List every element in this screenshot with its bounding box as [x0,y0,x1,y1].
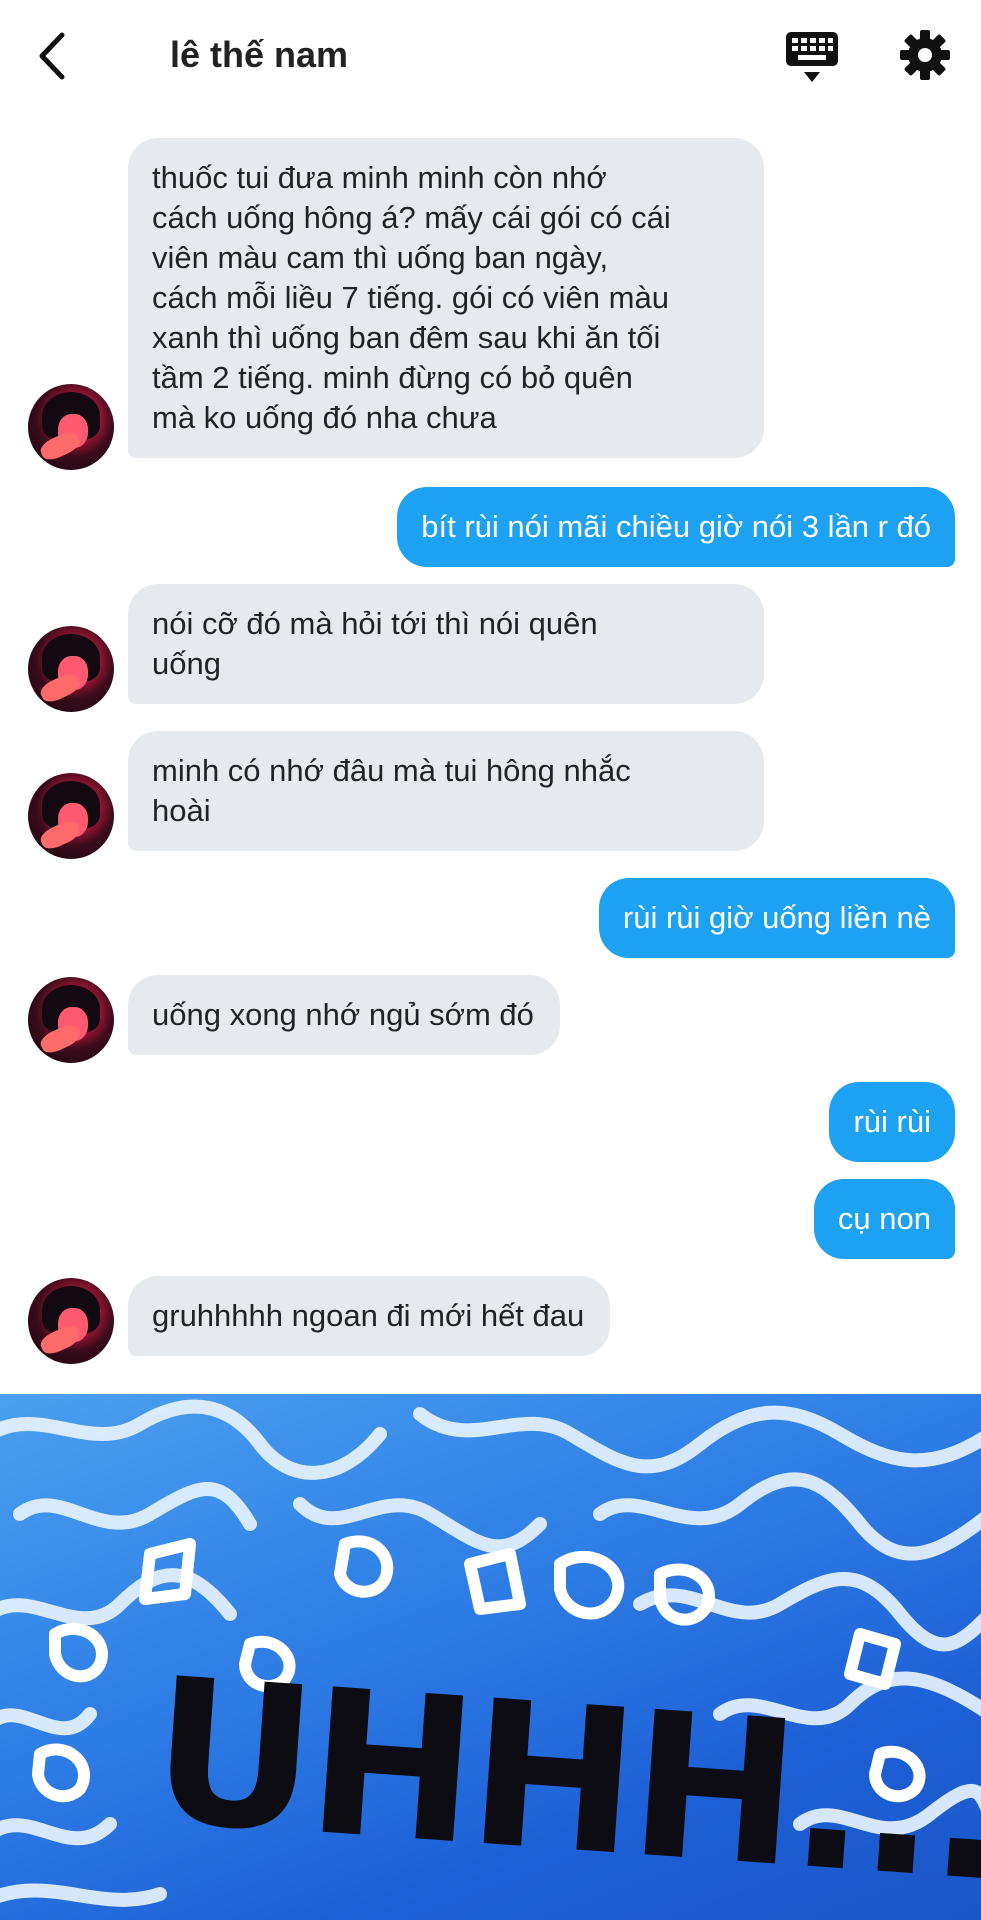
contact-avatar[interactable] [28,384,114,470]
outgoing-message-bubble[interactable]: rùi rùi giờ uống liền nè [598,878,955,958]
contact-avatar[interactable] [28,626,114,712]
keyboard-icon [786,32,838,82]
conversation-header: lê thế nam [0,0,981,112]
incoming-message-bubble[interactable]: uống xong nhớ ngủ sớm đó [128,975,560,1055]
outgoing-message-bubble[interactable]: rùi rùi [829,1082,955,1162]
contact-avatar[interactable] [28,1278,114,1364]
outgoing-message-bubble[interactable]: cụ non [813,1179,955,1259]
settings-button[interactable] [898,28,952,82]
gear-icon [900,30,950,80]
incoming-message-bubble[interactable]: gruhhhhh ngoan đi mới hết đau [128,1276,611,1356]
outgoing-message-bubble[interactable]: bít rùi nói mãi chiều giờ nói 3 lần r đó [397,487,955,567]
incoming-message-bubble[interactable]: nói cỡ đó mà hỏi tới thì nói quên uống [128,584,764,704]
incoming-message-bubble[interactable]: minh có nhớ đâu mà tui hông nhắc hoài [128,731,764,851]
sticker-caption: UHHH... [144,1635,981,1920]
chevron-left-icon [39,32,65,80]
contact-avatar[interactable] [28,773,114,859]
keyboard-button[interactable] [784,30,840,84]
back-button[interactable] [28,28,76,84]
incoming-message-bubble[interactable]: thuốc tui đưa minh minh còn nhớ cách uốn… [128,138,764,458]
contact-avatar[interactable] [28,977,114,1063]
conversation-title: lê thế nam [170,34,349,75]
sticker-image[interactable]: UHHH... [0,1394,981,1920]
